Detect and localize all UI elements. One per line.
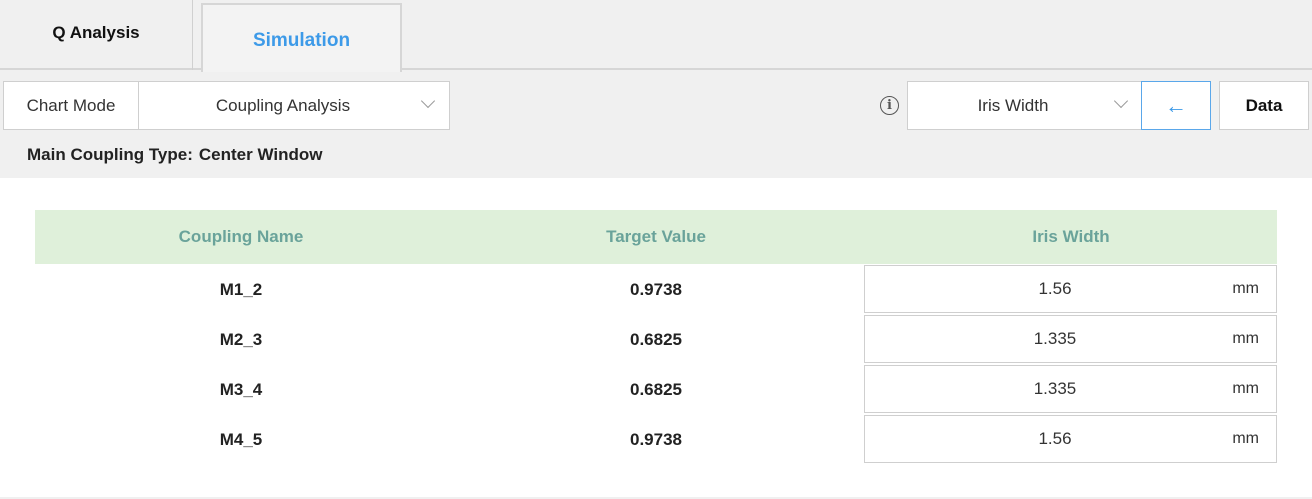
coupling-name-cell: M3_4 <box>219 380 263 399</box>
iris-width-value: 1.335 <box>1033 329 1077 348</box>
arrow-left-icon: ← <box>1165 92 1187 118</box>
coupling-panel: Coupling Name Target Value Iris Width M1… <box>0 178 1312 497</box>
tab-bar: Q Analysis Simulation <box>0 0 1312 72</box>
data-button[interactable]: Data <box>1219 81 1309 130</box>
iris-width-value: 1.335 <box>1033 379 1077 398</box>
target-value-cell: 0.6825 <box>630 380 682 399</box>
main-coupling-label: Main Coupling Type: <box>27 145 193 164</box>
table-row: M2_3 0.6825 1.335 mm <box>35 315 1277 365</box>
iris-width-value: 1.56 <box>1038 429 1072 448</box>
table-row: M3_4 0.6825 1.335 mm <box>35 365 1277 415</box>
table-header: Coupling Name Target Value Iris Width <box>35 210 1277 264</box>
back-button[interactable]: ← <box>1141 81 1211 130</box>
target-value-cell: 0.9738 <box>630 280 682 299</box>
chart-mode-label: Chart Mode <box>3 81 139 130</box>
iris-width-input[interactable]: 1.335 mm <box>864 315 1277 363</box>
table-row: M4_5 0.9738 1.56 mm <box>35 415 1277 465</box>
iris-width-input[interactable]: 1.56 mm <box>864 415 1277 463</box>
main-coupling-type: Main Coupling Type: Center Window <box>27 145 322 165</box>
parameter-select[interactable]: Iris Width <box>907 81 1143 130</box>
parameter-select-value: Iris Width <box>977 95 1049 115</box>
target-value-cell: 0.9738 <box>630 430 682 449</box>
chart-mode-select-value: Coupling Analysis <box>215 95 351 115</box>
unit-label: mm <box>1232 330 1259 347</box>
info-icon[interactable]: i <box>880 96 899 115</box>
iris-width-value: 1.56 <box>1038 279 1072 298</box>
chart-mode-select[interactable]: Coupling Analysis <box>138 81 450 130</box>
column-header-target-value: Target Value <box>606 227 706 246</box>
iris-width-input[interactable]: 1.56 mm <box>864 265 1277 313</box>
coupling-name-cell: M1_2 <box>219 280 263 299</box>
iris-width-input[interactable]: 1.335 mm <box>864 365 1277 413</box>
unit-label: mm <box>1232 280 1259 297</box>
column-header-iris-width: Iris Width <box>1032 227 1110 246</box>
coupling-name-cell: M2_3 <box>219 330 263 349</box>
unit-label: mm <box>1232 380 1259 397</box>
coupling-name-cell: M4_5 <box>219 430 263 449</box>
target-value-cell: 0.6825 <box>630 330 682 349</box>
main-coupling-value: Center Window <box>198 145 323 164</box>
tab-simulation[interactable]: Simulation <box>201 3 402 72</box>
column-header-coupling-name: Coupling Name <box>178 227 304 246</box>
tab-q-analysis[interactable]: Q Analysis <box>0 0 193 70</box>
unit-label: mm <box>1232 430 1259 447</box>
table-row: M1_2 0.9738 1.56 mm <box>35 265 1277 315</box>
